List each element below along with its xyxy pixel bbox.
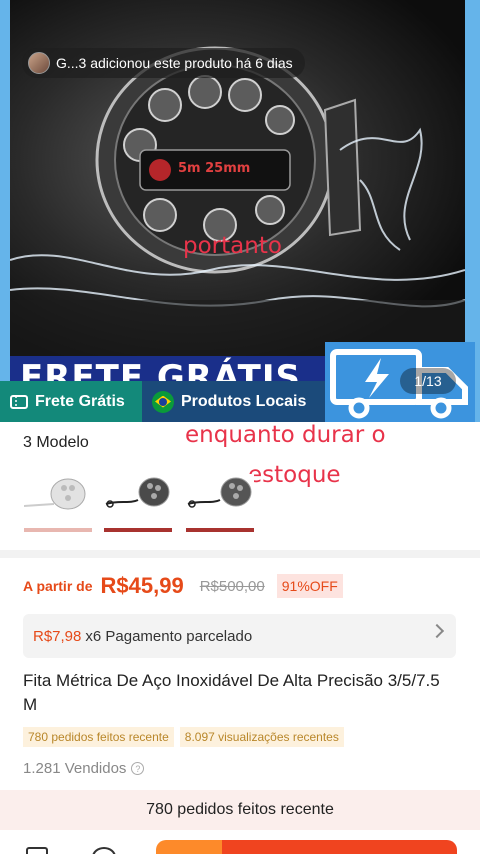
overlay-caption-1: portanto [183,233,282,259]
recent-add-notice: G...3 adicionou este produto há 6 dias [22,48,305,78]
image-counter: 1/13 [400,368,456,394]
add-to-cart-button[interactable] [156,840,224,854]
models-title: 3 Modelo [23,434,89,451]
local-products-tag[interactable]: Produtos Locais [142,381,325,422]
user-avatar [28,52,50,74]
sold-count-text: 1.281 Vendidos [23,760,127,777]
installment-row[interactable]: R$7,98 x6 Pagamento parcelado [23,614,456,658]
recent-orders-notice: 780 pedidos feitos recente [0,790,480,830]
views-chip: 8.097 visualizações recentes [179,727,344,747]
ticket-icon [10,394,28,409]
original-price: R$500,00 [199,577,265,595]
help-icon[interactable]: ? [131,762,145,775]
installment-text: x6 Pagamento parcelado [85,627,253,645]
overlay-caption-3: estoque [248,462,341,488]
chat-icon[interactable] [92,847,116,854]
bottom-action-bar [0,830,480,854]
free-shipping-tag[interactable]: Frete Grátis [0,381,142,422]
model-selector: 3 Modelo enquanto durar o estoque [0,422,480,550]
model-thumb-bar [104,528,172,532]
model-thumb-1[interactable] [23,474,92,532]
local-products-tag-label: Produtos Locais [181,392,307,410]
brazil-flag-icon [152,390,174,413]
sold-count: 1.281 Vendidos ? [23,760,145,777]
price-from-label: A partir de [23,578,93,594]
store-icon[interactable] [26,847,48,854]
current-price: R$45,99 [100,573,184,598]
orders-chip: 780 pedidos feitos recente [23,727,174,747]
product-title: Fita Métrica De Aço Inoxidável De Alta P… [23,671,440,714]
stats-chips: 780 pedidos feitos recente 8.097 visuali… [23,727,344,747]
overlay-caption-2: enquanto durar o [185,422,386,448]
model-thumb-bar [24,528,92,532]
discount-badge: 91%OFF [276,574,343,598]
model-thumb-2[interactable] [104,474,172,532]
shipping-tags: Frete Grátis Produtos Locais [0,381,325,422]
model-thumb-3[interactable] [186,474,254,532]
product-label-text: 5m 25mm [178,161,250,176]
chevron-right-icon [429,623,445,639]
recent-add-text: G...3 adicionou este produto há 6 dias [56,55,293,71]
buy-now-button[interactable] [222,840,457,854]
free-shipping-tag-label: Frete Grátis [35,392,125,410]
installment-amount: R$7,98 [33,627,82,645]
section-divider [0,550,480,558]
product-image-carousel[interactable]: 5m 25mm G...3 adicionou este produto há … [0,0,480,422]
product-page: 5m 25mm G...3 adicionou este produto há … [0,0,480,854]
price-row: A partir de R$45,99 R$500,00 91%OFF [23,573,343,599]
model-thumb-bar [186,528,254,532]
